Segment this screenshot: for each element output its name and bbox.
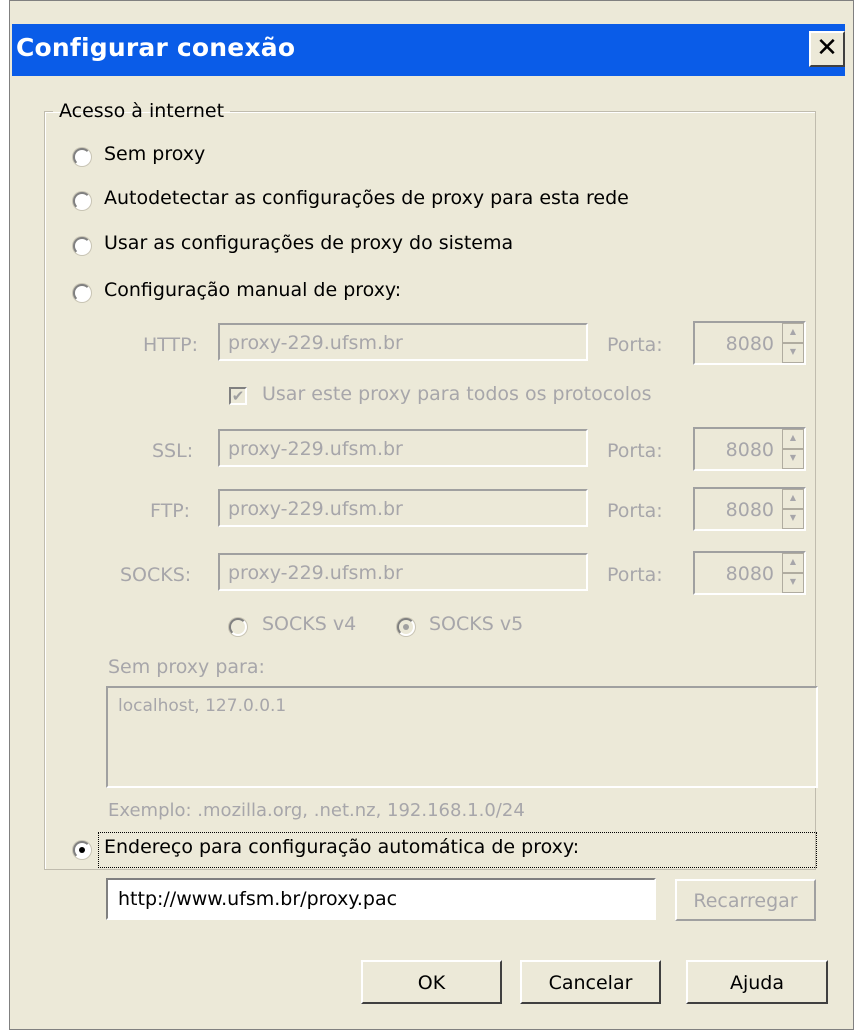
spin-up-icon[interactable]: ▲	[782, 323, 804, 343]
ftp-port-label: Porta:	[607, 500, 663, 522]
ssl-port-label: Porta:	[607, 440, 663, 462]
radio-auto-config-url-label[interactable]: Endereço para configuração automática de…	[104, 836, 579, 858]
auto-config-url-input[interactable]: http://www.ufsm.br/proxy.pac	[106, 878, 656, 920]
ftp-label: FTP:	[150, 500, 191, 522]
socks-port-spinner[interactable]: 8080 ▲ ▼	[693, 551, 806, 595]
http-port-value: 8080	[725, 333, 774, 355]
radio-socks-v4[interactable]	[229, 618, 247, 636]
radio-system-proxy[interactable]	[73, 237, 91, 255]
ssl-label: SSL:	[152, 440, 194, 462]
help-button[interactable]: Ajuda	[686, 960, 828, 1004]
group-label: Acesso à internet	[59, 100, 225, 122]
use-for-all-label: Usar este proxy para todos os protocolos	[262, 383, 652, 405]
socks-v4-label[interactable]: SOCKS v4	[262, 613, 356, 635]
socks-port-label: Porta:	[607, 564, 663, 586]
no-proxy-for-textarea[interactable]: localhost, 127.0.0.1	[106, 686, 818, 788]
spin-up-icon[interactable]: ▲	[782, 429, 804, 449]
spin-down-icon[interactable]: ▼	[782, 573, 804, 593]
ftp-port-value: 8080	[725, 499, 774, 521]
radio-manual-proxy[interactable]	[73, 284, 91, 302]
radio-auto-detect[interactable]	[73, 192, 91, 210]
use-for-all-checkbox[interactable]: ✔	[229, 387, 247, 405]
radio-system-proxy-label[interactable]: Usar as configurações de proxy do sistem…	[104, 232, 513, 254]
spin-down-icon[interactable]: ▼	[782, 509, 804, 529]
ssl-port-spinner[interactable]: 8080 ▲ ▼	[693, 427, 806, 471]
radio-selected-dot	[403, 624, 409, 630]
radio-no-proxy-label[interactable]: Sem proxy	[104, 143, 205, 165]
reload-button[interactable]: Recarregar	[675, 879, 816, 921]
http-proxy-input[interactable]: proxy-229.ufsm.br	[218, 323, 588, 361]
socks-port-value: 8080	[725, 563, 774, 585]
http-port-label: Porta:	[607, 334, 663, 356]
ftp-port-spinner[interactable]: 8080 ▲ ▼	[693, 487, 806, 531]
checkmark-icon: ✔	[231, 387, 245, 405]
radio-no-proxy[interactable]	[73, 148, 91, 166]
spin-down-icon[interactable]: ▼	[782, 449, 804, 469]
socks-v5-label[interactable]: SOCKS v5	[429, 613, 523, 635]
radio-socks-v5[interactable]	[397, 618, 415, 636]
spin-up-icon[interactable]: ▲	[782, 489, 804, 509]
radio-auto-config-url[interactable]	[73, 841, 91, 859]
no-proxy-example: Exemplo: .mozilla.org, .net.nz, 192.168.…	[108, 800, 525, 821]
cancel-button[interactable]: Cancelar	[520, 960, 661, 1004]
socks-proxy-input[interactable]: proxy-229.ufsm.br	[218, 553, 588, 591]
window-title: Configurar conexão	[16, 33, 296, 62]
ssl-port-value: 8080	[725, 439, 774, 461]
socks-label: SOCKS:	[120, 564, 192, 586]
radio-manual-proxy-label[interactable]: Configuração manual de proxy:	[104, 279, 401, 301]
http-label: HTTP:	[143, 334, 199, 356]
ssl-proxy-input[interactable]: proxy-229.ufsm.br	[218, 429, 588, 467]
spin-up-icon[interactable]: ▲	[782, 553, 804, 573]
http-port-spinner[interactable]: 8080 ▲ ▼	[693, 321, 806, 365]
spin-down-icon[interactable]: ▼	[782, 343, 804, 363]
ftp-proxy-input[interactable]: proxy-229.ufsm.br	[218, 489, 588, 527]
radio-auto-detect-label[interactable]: Autodetectar as configurações de proxy p…	[104, 187, 629, 209]
close-button[interactable]: ✕	[809, 31, 845, 67]
radio-selected-dot	[79, 847, 85, 853]
ok-button[interactable]: OK	[361, 960, 502, 1004]
no-proxy-for-label: Sem proxy para:	[108, 656, 265, 678]
close-icon: ✕	[816, 33, 838, 63]
title-bar[interactable]: Configurar conexão ✕	[12, 24, 845, 76]
